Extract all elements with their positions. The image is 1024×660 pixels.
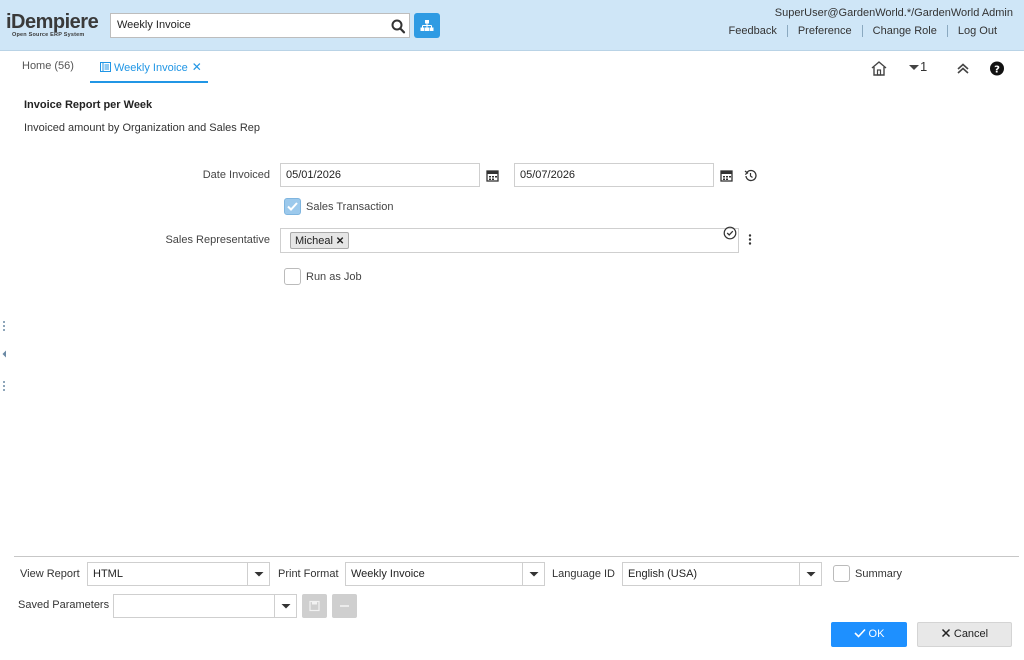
date-from-value: 05/01/2026 (286, 169, 342, 181)
collapse-icon[interactable] (955, 60, 971, 77)
ok-button[interactable]: OK (831, 622, 907, 647)
caret-down-icon (909, 65, 919, 70)
collapse-panel-icon[interactable] (2, 350, 7, 358)
change-role-link[interactable]: Change Role (861, 25, 947, 37)
history-icon[interactable] (744, 169, 757, 182)
app-header: iDempiere Open Source ERP System Weekly … (0, 0, 1024, 51)
view-report-label: View Report (20, 568, 80, 580)
summary-checkbox[interactable] (833, 565, 850, 582)
header-links: Feedback Preference Change Role Log Out (719, 25, 1013, 37)
check-icon (853, 628, 866, 638)
svg-text:?: ? (994, 64, 1000, 75)
date-from-field[interactable]: 05/01/2026 (280, 163, 480, 187)
print-format-select[interactable]: Weekly Invoice (345, 562, 545, 586)
sales-rep-label: Sales Representative (165, 234, 270, 246)
cancel-label: Cancel (953, 628, 989, 640)
more-options-icon[interactable] (747, 233, 753, 246)
caret-down-icon (281, 604, 291, 609)
search-button[interactable] (386, 13, 410, 38)
view-report-value: HTML (93, 568, 123, 580)
report-icon (100, 62, 111, 72)
view-report-select[interactable]: HTML (87, 562, 270, 586)
sales-rep-tag[interactable]: Micheal ✕ (290, 232, 350, 249)
window-count: 1 (920, 59, 928, 74)
language-value: English (USA) (628, 568, 698, 580)
date-invoiced-label: Date Invoiced (202, 169, 270, 181)
ok-label: OK (868, 628, 885, 640)
sales-transaction-checkbox[interactable] (284, 198, 301, 215)
check-circle-icon[interactable] (723, 226, 737, 240)
tab-weekly-invoice[interactable]: Weekly Invoice ✕ (100, 60, 202, 74)
report-title: Invoice Report per Week (24, 99, 153, 111)
menu-tree-button[interactable] (414, 13, 440, 38)
idempiere-logo[interactable]: iDempiere Open Source ERP System (6, 12, 106, 38)
footer-divider (14, 556, 1019, 557)
caret-down-icon (806, 572, 816, 577)
close-icon[interactable]: ✕ (192, 60, 202, 74)
help-icon[interactable]: ? (989, 60, 1005, 77)
date-to-value: 05/07/2026 (520, 169, 576, 181)
dropdown-button[interactable] (522, 563, 544, 585)
user-role-label: SuperUser@GardenWorld.*/GardenWorld Admi… (774, 7, 1013, 19)
dropdown-button[interactable] (274, 595, 296, 617)
date-to-field[interactable]: 05/07/2026 (514, 163, 714, 187)
print-format-label: Print Format (278, 568, 339, 580)
summary-label: Summary (855, 568, 903, 580)
sales-transaction-label: Sales Transaction (306, 201, 394, 213)
window-switcher[interactable]: 1 (908, 58, 927, 75)
preference-link[interactable]: Preference (786, 25, 862, 37)
delete-params-button[interactable] (332, 594, 357, 618)
remove-tag-icon[interactable]: ✕ (336, 236, 344, 247)
dropdown-button[interactable] (799, 563, 821, 585)
caret-down-icon (529, 572, 539, 577)
tab-label: Weekly Invoice (114, 62, 188, 74)
logo-text: iDempiere (6, 11, 99, 33)
global-search-input[interactable]: Weekly Invoice (110, 13, 387, 38)
cancel-button[interactable]: Cancel (917, 622, 1012, 647)
calendar-icon[interactable] (720, 169, 733, 182)
save-params-button[interactable] (302, 594, 327, 618)
tab-home[interactable]: Home (56) (22, 60, 74, 72)
language-label: Language ID (552, 568, 615, 580)
run-as-job-label: Run as Job (306, 271, 362, 283)
calendar-icon[interactable] (486, 169, 499, 182)
search-value: Weekly Invoice (117, 19, 191, 31)
close-icon (941, 628, 950, 638)
check-icon (287, 202, 298, 211)
saved-params-label: Saved Parameters (18, 599, 110, 611)
search-icon (391, 19, 406, 34)
floppy-icon (309, 600, 320, 612)
feedback-link[interactable]: Feedback (719, 25, 787, 37)
caret-down-icon (254, 572, 264, 577)
splitter-handle-icon[interactable] (2, 380, 6, 392)
language-select[interactable]: English (USA) (622, 562, 822, 586)
saved-params-select[interactable] (113, 594, 297, 618)
report-description: Invoiced amount by Organization and Sale… (24, 122, 261, 134)
home-icon[interactable] (870, 60, 888, 77)
print-format-value: Weekly Invoice (351, 568, 425, 580)
dropdown-button[interactable] (247, 563, 269, 585)
run-as-job-checkbox[interactable] (284, 268, 301, 285)
minus-icon (340, 605, 349, 607)
active-tab-indicator (90, 81, 208, 83)
logout-link[interactable]: Log Out (946, 25, 1013, 37)
sales-rep-tag-label: Micheal (295, 235, 333, 247)
sitemap-icon (420, 20, 434, 31)
splitter-handle-icon[interactable] (2, 320, 6, 332)
